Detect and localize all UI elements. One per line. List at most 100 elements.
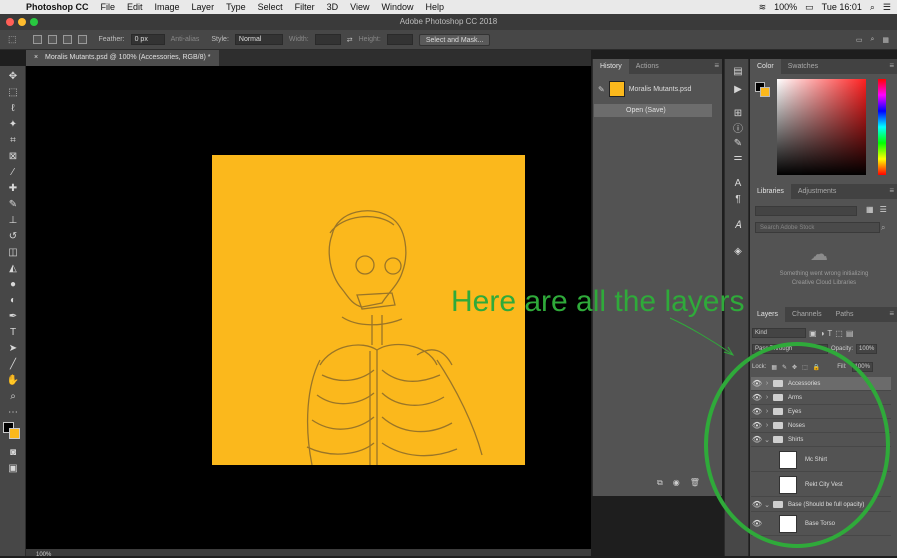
crop-tool-icon[interactable]: ⌗	[5, 134, 21, 148]
menubar-clock[interactable]: Tue 16:01	[822, 2, 862, 12]
workspace-switcher-icon[interactable]: ▦	[882, 36, 889, 44]
actions-panel-icon[interactable]: ▶	[731, 83, 745, 97]
more-tools-icon[interactable]: ⋯	[5, 406, 21, 420]
magic-wand-icon[interactable]: ✦	[5, 118, 21, 132]
stock-search-input[interactable]: Search Adobe Stock	[755, 222, 880, 233]
height-input[interactable]	[386, 34, 413, 45]
list-view-icon[interactable]: ☰	[880, 205, 887, 214]
antialias-checkbox-label[interactable]: Anti-alias	[171, 36, 200, 43]
library-select[interactable]	[755, 206, 857, 216]
swap-icon[interactable]: ⇄	[347, 36, 353, 44]
menu-file[interactable]: File	[95, 2, 122, 12]
menu-view[interactable]: View	[344, 2, 375, 12]
panel-menu-icon[interactable]: ≡	[889, 61, 894, 70]
dodge-tool-icon[interactable]: ◐	[5, 294, 21, 308]
menu-filter[interactable]: Filter	[289, 2, 321, 12]
menu-3d[interactable]: 3D	[321, 2, 345, 12]
tab-history[interactable]: History	[593, 59, 629, 74]
brush-tool-icon[interactable]: ✎	[5, 198, 21, 212]
color-picker-field[interactable]	[777, 79, 866, 175]
panel-menu-icon[interactable]: ≡	[889, 186, 894, 195]
workspace-icon[interactable]: ▭	[856, 36, 863, 44]
menu-app-name[interactable]: Photoshop CC	[20, 2, 95, 12]
menu-type[interactable]: Type	[220, 2, 252, 12]
menu-select[interactable]: Select	[252, 2, 289, 12]
tab-adjustments[interactable]: Adjustments	[791, 184, 844, 199]
history-snapshot[interactable]: ✎ Moralis Mutants.psd	[592, 77, 722, 101]
clone-stamp-icon[interactable]: ⊥	[5, 214, 21, 228]
lasso-tool-icon[interactable]: ℓ	[5, 102, 21, 116]
character-panel-icon[interactable]: A	[731, 177, 745, 191]
background-swatch[interactable]	[760, 87, 770, 97]
move-tool-icon[interactable]: ✥	[5, 70, 21, 84]
tab-swatches[interactable]: Swatches	[781, 59, 825, 74]
zoom-tool-icon[interactable]: ⌕	[5, 390, 21, 404]
width-input[interactable]	[314, 34, 341, 45]
tab-color[interactable]: Color	[750, 59, 781, 74]
search-icon[interactable]: ⌕	[881, 223, 885, 233]
line-tool-icon[interactable]: ╱	[5, 358, 21, 372]
feather-input[interactable]: 0 px	[130, 34, 165, 45]
hue-slider[interactable]	[878, 79, 886, 175]
hand-tool-icon[interactable]: ✋	[5, 374, 21, 388]
info-panel-icon[interactable]: ⓘ	[731, 123, 745, 137]
tab-actions[interactable]: Actions	[629, 59, 666, 74]
zoom-level[interactable]: 100%	[26, 552, 51, 558]
3d-panel-icon[interactable]: ◈	[731, 245, 745, 259]
panel-menu-icon[interactable]: ≡	[889, 309, 894, 318]
adjustments-sliders-icon[interactable]: ⚌	[731, 151, 745, 165]
filter-adjustment-icon[interactable]: ◑	[820, 329, 825, 338]
menu-window[interactable]: Window	[375, 2, 419, 12]
trash-icon[interactable]: 🗑	[690, 478, 700, 488]
menu-image[interactable]: Image	[149, 2, 186, 12]
tab-layers[interactable]: Layers	[750, 307, 786, 322]
healing-brush-icon[interactable]: ✚	[5, 182, 21, 196]
history-step-open[interactable]: Open (Save)	[594, 104, 712, 117]
eraser-icon[interactable]: ◫	[5, 246, 21, 260]
document-tab[interactable]: × Moralis Mutants.psd @ 100% (Accessorie…	[26, 50, 219, 66]
pen-tool-icon[interactable]: ✒	[5, 310, 21, 324]
paint-bucket-icon[interactable]: ◭	[5, 262, 21, 276]
close-icon[interactable]	[6, 18, 14, 26]
selection-mode-subtract-icon[interactable]	[62, 35, 72, 44]
opacity-input[interactable]: 100%	[856, 344, 878, 354]
eyedropper-icon[interactable]: ⁄	[5, 166, 21, 180]
history-brush-source-icon[interactable]: ✎	[598, 85, 605, 94]
frame-tool-icon[interactable]: ⊠	[5, 150, 21, 164]
menu-help[interactable]: Help	[419, 2, 450, 12]
background-color-swatch[interactable]	[9, 428, 20, 439]
quick-mask-icon[interactable]: ◙	[5, 446, 21, 460]
search-icon[interactable]: ⌕	[870, 2, 875, 13]
history-brush-icon[interactable]: ↺	[5, 230, 21, 244]
panel-menu-icon[interactable]: ≡	[714, 61, 719, 70]
marquee-tool-icon[interactable]: ⬚	[5, 86, 21, 100]
tab-channels[interactable]: Channels	[785, 307, 829, 322]
minimize-icon[interactable]	[18, 18, 26, 26]
tab-paths[interactable]: Paths	[829, 307, 861, 322]
filter-type-icon[interactable]: T	[827, 329, 832, 338]
filter-smart-object-icon[interactable]: ▤	[846, 329, 854, 338]
select-and-mask-button[interactable]: Select and Mask...	[418, 33, 491, 46]
selection-mode-new-icon[interactable]	[32, 35, 42, 44]
color-swatch-pair[interactable]	[755, 82, 770, 97]
glyphs-panel-icon[interactable]: 𝐴	[731, 219, 745, 233]
marquee-tool-icon[interactable]: ⬚	[8, 34, 17, 45]
paragraph-panel-icon[interactable]: ¶	[731, 193, 745, 207]
brush-settings-icon[interactable]: ✎	[731, 137, 745, 151]
style-select[interactable]: Normal	[234, 34, 283, 45]
tab-libraries[interactable]: Libraries	[750, 184, 791, 199]
menu-list-icon[interactable]: ☰	[883, 2, 891, 13]
snapshot-camera-icon[interactable]: ◉	[673, 478, 680, 488]
filter-pixel-icon[interactable]: ▣	[809, 329, 817, 338]
filter-shape-icon[interactable]: ⬚	[835, 329, 843, 338]
search-icon[interactable]: ⌕	[870, 36, 874, 44]
filter-kind-select[interactable]: Kind	[752, 328, 806, 338]
grid-view-icon[interactable]: ▦	[866, 205, 874, 214]
selection-mode-add-icon[interactable]	[47, 35, 57, 44]
menu-edit[interactable]: Edit	[121, 2, 149, 12]
maximize-icon[interactable]	[30, 18, 38, 26]
new-document-from-state-icon[interactable]: ⧉	[657, 478, 663, 488]
blur-tool-icon[interactable]: ●	[5, 278, 21, 292]
close-tab-icon[interactable]: ×	[34, 54, 38, 61]
battery-icon[interactable]: ▭	[805, 2, 814, 13]
